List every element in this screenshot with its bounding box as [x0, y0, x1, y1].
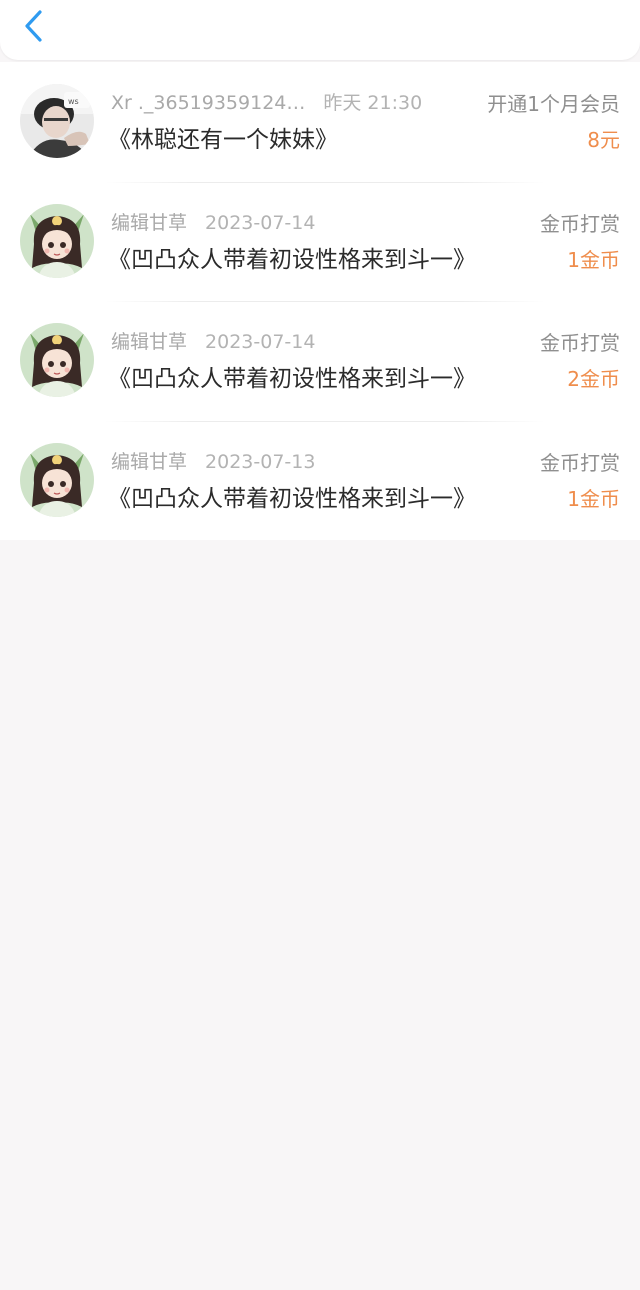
record-date: 2023-07-14 — [205, 331, 316, 353]
record-meta: 编辑甘草 2023-07-13 — [111, 447, 315, 474]
record-meta: Xr ._36519359124… 昨天 21:30 — [111, 88, 422, 115]
record-date: 昨天 21:30 — [323, 92, 423, 114]
record-amount: 2金币 — [567, 367, 620, 391]
user-name: 编辑甘草 — [111, 450, 188, 473]
record-list: ws Xr ._36519359124… 昨天 21:30 《林聪还有一个妹妹》 … — [0, 62, 640, 540]
book-title[interactable]: 《凹凸众人带着初设性格来到斗一》 — [108, 240, 476, 274]
record-type: 金币打赏 — [540, 211, 620, 236]
user-name: 编辑甘草 — [111, 331, 188, 353]
chevron-left-icon — [25, 10, 42, 42]
record-type: 开通1个月会员 — [487, 92, 620, 116]
record-amount: 1金币 — [567, 486, 620, 511]
list-item[interactable]: ws Xr ._36519359124… 昨天 21:30 《林聪还有一个妹妹》 … — [0, 62, 640, 182]
user-name: 编辑甘草 — [111, 211, 188, 234]
list-item[interactable]: 编辑甘草 2023-07-13 《凹凸众人带着初设性格来到斗一》 金币打赏 1金币 — [0, 420, 640, 541]
anime-girl-avatar[interactable] — [20, 442, 94, 517]
back-button[interactable] — [14, 6, 54, 46]
record-date: 2023-07-14 — [205, 211, 316, 234]
book-title[interactable]: 《林聪还有一个妹妹》 — [108, 120, 338, 154]
record-meta: 编辑甘草 2023-07-14 — [111, 208, 315, 235]
divider — [105, 301, 545, 302]
record-amount: 1金币 — [567, 247, 620, 272]
divider — [105, 420, 545, 422]
record-meta: 编辑甘草 2023-07-14 — [111, 327, 315, 354]
divider — [105, 181, 545, 183]
top-bar — [0, 0, 640, 60]
record-type: 金币打赏 — [540, 450, 620, 475]
user-photo-avatar[interactable]: ws — [20, 84, 94, 158]
anime-girl-avatar[interactable] — [20, 203, 94, 278]
record-type: 金币打赏 — [540, 331, 620, 355]
book-title[interactable]: 《凹凸众人带着初设性格来到斗一》 — [108, 479, 476, 513]
record-date: 2023-07-13 — [205, 450, 316, 473]
anime-girl-avatar[interactable] — [20, 323, 94, 397]
book-title[interactable]: 《凹凸众人带着初设性格来到斗一》 — [108, 359, 476, 393]
svg-text:ws: ws — [68, 97, 79, 106]
user-name: Xr ._36519359124… — [111, 92, 306, 114]
list-item[interactable]: 编辑甘草 2023-07-14 《凹凸众人带着初设性格来到斗一》 金币打赏 2金币 — [0, 301, 640, 421]
list-item[interactable]: 编辑甘草 2023-07-14 《凹凸众人带着初设性格来到斗一》 金币打赏 1金币 — [0, 181, 640, 302]
record-amount: 8元 — [587, 128, 620, 152]
